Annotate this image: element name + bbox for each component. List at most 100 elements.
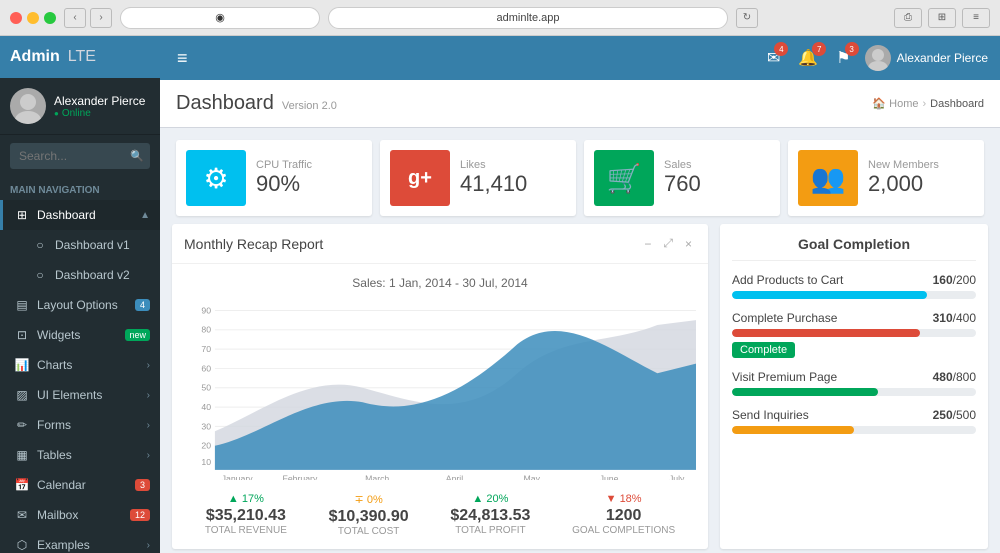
info-box-content-likes: Likes 41,410	[460, 159, 566, 197]
nav-badge-mailbox: 12	[130, 509, 150, 521]
goal-item-premium: Visit Premium Page 480/800	[732, 370, 976, 396]
circle-icon-v2: ○	[31, 268, 49, 282]
svg-text:80: 80	[201, 325, 211, 335]
back-button[interactable]: ‹	[64, 8, 86, 28]
info-box-label-members: New Members	[868, 159, 974, 171]
sidebar-item-dashboard-v1[interactable]: ○ Dashboard v1	[0, 230, 160, 260]
chart-stats: ▲ 17% $35,210.43 TOTAL REVENUE ∓ 0% $10,…	[184, 493, 696, 537]
stat-change-goals: ▼ 18%	[572, 493, 675, 505]
monthly-report-header: Monthly Recap Report − ⤢ ×	[172, 224, 708, 264]
sidebar-item-layout[interactable]: ▤ Layout Options 4	[0, 290, 160, 320]
minimize-button[interactable]: −	[640, 234, 655, 253]
info-box-value-cpu: 90%	[256, 171, 362, 197]
goal-item-value-cart: 160/200	[933, 273, 976, 287]
info-box-label-cpu: CPU Traffic	[256, 159, 362, 171]
close-button[interactable]: ×	[681, 234, 696, 253]
messages-icon[interactable]: ✉ 4	[763, 44, 784, 72]
svg-text:March: March	[365, 473, 389, 479]
nav-label-calendar: Calendar	[37, 478, 86, 492]
svg-text:50: 50	[201, 383, 211, 393]
avatar	[10, 88, 46, 124]
chart-stat-goals: ▼ 18% 1200 GOAL COMPLETIONS	[572, 493, 675, 537]
sidebar-toggle[interactable]: ≡	[172, 43, 193, 74]
nav-arrow-charts: ›	[147, 360, 150, 371]
chart-title: Sales: 1 Jan, 2014 - 30 Jul, 2014	[184, 276, 696, 290]
new-tab-button[interactable]: ⊞	[928, 8, 956, 28]
flags-badge: 3	[845, 42, 859, 56]
sidebar-item-widgets[interactable]: ⊡ Widgets new	[0, 320, 160, 350]
goal-progress-purchase	[732, 329, 976, 337]
nav-arrow-ui: ›	[147, 390, 150, 401]
search-input[interactable]	[10, 143, 150, 169]
nav-label-layout: Layout Options	[37, 298, 118, 312]
goal-item-label-premium: Visit Premium Page	[732, 370, 837, 384]
box-tools: − ⤢ ×	[640, 234, 696, 253]
topbar-user[interactable]: Alexander Pierce	[865, 45, 988, 71]
notifications-badge: 7	[812, 42, 826, 56]
sidebar-item-charts[interactable]: 📊 Charts ›	[0, 350, 160, 380]
share-button[interactable]: ⎙	[894, 8, 922, 28]
svg-text:90: 90	[201, 305, 211, 315]
nav-arrow-dashboard: ▲	[140, 210, 150, 221]
menu-button[interactable]: ≡	[962, 8, 990, 28]
address-bar[interactable]: adminlte.app	[328, 7, 728, 29]
info-box-value-sales: 760	[664, 171, 770, 197]
info-boxes: ⚙ CPU Traffic 90% g+ Likes 41,410 🛒	[160, 128, 1000, 224]
monthly-report-box: Monthly Recap Report − ⤢ × Sales: 1 Jan,…	[172, 224, 708, 549]
sidebar-item-mailbox[interactable]: ✉ Mailbox 12	[0, 500, 160, 530]
svg-text:40: 40	[201, 402, 211, 412]
topbar-user-avatar	[865, 45, 891, 71]
nav-header: MAIN NAVIGATION	[0, 177, 160, 200]
goal-item-value-purchase: 310/400	[933, 311, 976, 325]
stat-label-profit: TOTAL PROFIT	[450, 525, 530, 536]
nav-label-v2: Dashboard v2	[55, 268, 130, 282]
breadcrumb-home[interactable]: 🏠 Home	[872, 97, 918, 110]
layout-icon: ▤	[13, 298, 31, 312]
info-box-content-sales: Sales 760	[664, 159, 770, 197]
stat-change-profit: ▲ 20%	[450, 493, 530, 505]
page-title: Dashboard	[176, 92, 274, 115]
svg-text:30: 30	[201, 421, 211, 431]
nav-label-ui: UI Elements	[37, 388, 102, 402]
widgets-icon: ⊡	[13, 328, 31, 342]
breadcrumb-current: Dashboard	[930, 98, 984, 110]
goal-item-label-purchase: Complete Purchase	[732, 311, 837, 325]
dashboard-icon: ⊞	[13, 208, 31, 222]
browser-nav: ‹ ›	[64, 8, 112, 28]
info-box-icon-members: 👥	[798, 150, 858, 206]
chart-stat-cost: ∓ 0% $10,390.90 TOTAL COST	[329, 493, 409, 537]
forward-button[interactable]: ›	[90, 8, 112, 28]
svg-text:July: July	[669, 473, 685, 479]
ui-icon: ▨	[13, 388, 31, 402]
dot-green[interactable]	[44, 12, 56, 24]
sidebar-item-dashboard-v2[interactable]: ○ Dashboard v2	[0, 260, 160, 290]
dot-yellow[interactable]	[27, 12, 39, 24]
goal-bar-premium	[732, 388, 878, 396]
sidebar-item-forms[interactable]: ✏ Forms ›	[0, 410, 160, 440]
sidebar-item-tables[interactable]: ▦ Tables ›	[0, 440, 160, 470]
sidebar-item-calendar[interactable]: 📅 Calendar 3	[0, 470, 160, 500]
sidebar-item-examples[interactable]: ⬡ Examples ›	[0, 530, 160, 553]
nav-badge-widgets: new	[125, 329, 150, 341]
svg-text:20: 20	[201, 441, 211, 451]
info-box-value-likes: 41,410	[460, 171, 566, 197]
refresh-button[interactable]: ↻	[736, 8, 758, 28]
expand-button[interactable]: ⤢	[659, 234, 677, 253]
topbar: ≡ ✉ 4 🔔 7 ⚑ 3 Alexander	[160, 36, 1000, 80]
goal-item-value-premium: 480/800	[933, 370, 976, 384]
sidebar-item-ui-elements[interactable]: ▨ UI Elements ›	[0, 380, 160, 410]
dot-red[interactable]	[10, 12, 22, 24]
info-box-content-members: New Members 2,000	[868, 159, 974, 197]
chart-stat-revenue: ▲ 17% $35,210.43 TOTAL REVENUE	[205, 493, 287, 537]
goal-completion: Goal Completion Add Products to Cart 160…	[720, 224, 988, 458]
main-content: ⚙ CPU Traffic 90% g+ Likes 41,410 🛒	[160, 128, 1000, 553]
nav-label-forms: Forms	[37, 418, 71, 432]
nav-badge-layout: 4	[135, 299, 150, 311]
flags-icon[interactable]: ⚑ 3	[832, 44, 854, 72]
sidebar-item-dashboard[interactable]: ⊞ Dashboard ▲	[0, 200, 160, 230]
svg-text:January: January	[222, 473, 254, 479]
dashboard-row: Monthly Recap Report − ⤢ × Sales: 1 Jan,…	[160, 224, 1000, 553]
notifications-icon[interactable]: 🔔 7	[794, 44, 822, 72]
topbar-actions: ✉ 4 🔔 7 ⚑ 3 Alexander Pierce	[763, 44, 988, 72]
sidebar-user: Alexander Pierce Online	[0, 78, 160, 135]
